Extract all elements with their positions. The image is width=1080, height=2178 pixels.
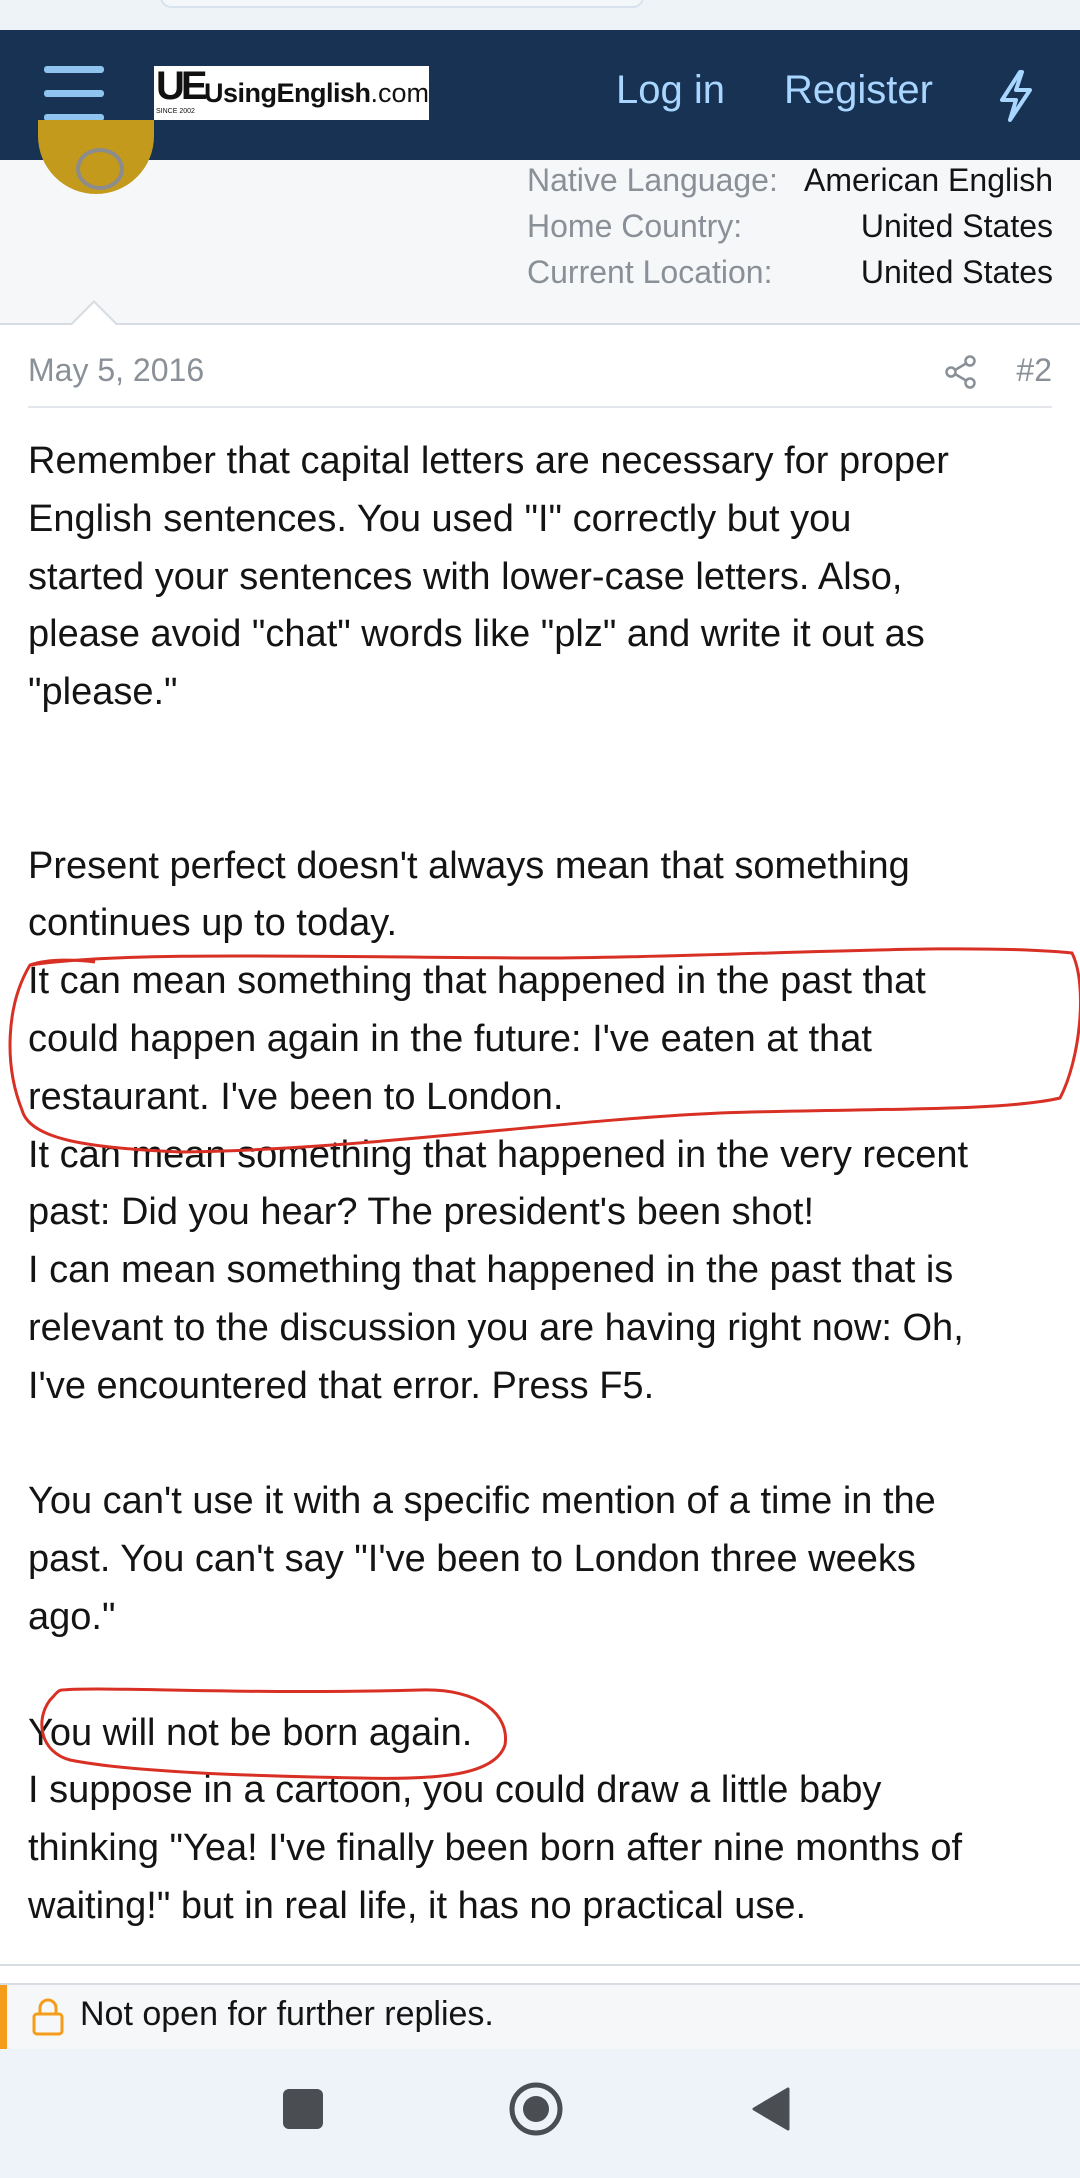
post-date[interactable]: May 5, 2016 xyxy=(28,352,204,389)
post-line: I suppose in a cartoon, you could draw a… xyxy=(28,1769,882,1812)
info-value: United States xyxy=(860,208,1053,244)
site-header: UE SINCE 2002 UsingEnglish .com Log in Re… xyxy=(0,30,1080,160)
logo-since: SINCE 2002 xyxy=(156,108,195,115)
triangle-back-icon[interactable] xyxy=(748,2085,792,2133)
post-line: ago." xyxy=(28,1595,116,1638)
post-line: restaurant. I've been to London. xyxy=(28,1075,564,1118)
share-icon[interactable] xyxy=(943,354,979,390)
info-native-language: Native Language: American English xyxy=(527,158,1053,202)
info-home-country: Home Country: United States xyxy=(527,204,1053,248)
post-divider xyxy=(0,1964,1080,1966)
panel-pointer xyxy=(70,300,118,325)
info-current-location: Current Location: United States xyxy=(527,250,1053,294)
post-line: Present perfect doesn't always mean that… xyxy=(28,844,910,887)
logo-word: UsingEnglish xyxy=(203,77,371,108)
post-line: It can mean something that happened in t… xyxy=(28,960,926,1003)
post-line: thinking "Yea! I've finally been born af… xyxy=(28,1827,963,1870)
post-number[interactable]: #2 xyxy=(1016,352,1052,389)
avatar[interactable] xyxy=(38,120,154,194)
post-line: "please." xyxy=(28,671,178,714)
post-line: It can mean something that happened in t… xyxy=(28,1133,969,1176)
lock-icon xyxy=(32,1998,64,2036)
login-link[interactable]: Log in xyxy=(616,64,725,116)
url-pill xyxy=(160,0,644,8)
circle-home-icon[interactable] xyxy=(508,2081,564,2137)
post-line: English sentences. You used "I" correctl… xyxy=(28,497,852,540)
post-line: I can mean something that happened in th… xyxy=(28,1249,954,1292)
logo-mark: UE SINCE 2002 xyxy=(154,64,208,120)
post-line: past: Did you hear? The president's been… xyxy=(28,1191,815,1234)
post-meta: May 5, 2016 #2 xyxy=(28,348,1052,408)
post-line: You can't use it with a specific mention… xyxy=(28,1480,936,1523)
notice-text: Not open for further replies. xyxy=(80,1995,494,2033)
menu-icon[interactable] xyxy=(44,66,104,122)
notice-accent-bar xyxy=(0,1985,7,2051)
post-line: started your sentences with lower-case l… xyxy=(28,555,903,598)
square-icon[interactable] xyxy=(283,2089,323,2129)
thread-closed-notice: Not open for further replies. xyxy=(0,1983,1080,2051)
system-navigation-bar xyxy=(0,2049,1080,2178)
post-line: please avoid "chat" words like "plz" and… xyxy=(28,613,925,656)
whats-new-bolt-icon[interactable] xyxy=(994,68,1038,124)
logo-tld: .com xyxy=(370,77,429,108)
user-info-panel: Native Language: American English Home C… xyxy=(0,120,1080,325)
post-body: Remember that capital letters are necess… xyxy=(28,433,1058,1936)
post-line: past. You can't say "I've been to London… xyxy=(28,1538,916,1581)
info-value: American English xyxy=(804,162,1053,198)
post-line: relevant to the discussion you are havin… xyxy=(28,1306,964,1349)
post-line: continues up to today. xyxy=(28,902,397,945)
info-key: Current Location: xyxy=(527,254,773,290)
status-strip xyxy=(0,0,1080,30)
post-line: could happen again in the future: I've e… xyxy=(28,1017,872,1060)
info-value: United States xyxy=(860,254,1053,290)
post-line: Remember that capital letters are necess… xyxy=(28,440,949,482)
logo-ue: UE xyxy=(156,64,208,108)
post-line: I've encountered that error. Press F5. xyxy=(28,1364,655,1407)
info-key: Native Language: xyxy=(527,162,778,198)
post-line: You will not be born again. xyxy=(28,1711,473,1754)
info-key: Home Country: xyxy=(527,208,743,244)
site-logo[interactable]: UE SINCE 2002 UsingEnglish .com xyxy=(154,64,429,120)
post-line: waiting!" but in real life, it has no pr… xyxy=(28,1884,807,1927)
register-link[interactable]: Register xyxy=(784,64,933,116)
